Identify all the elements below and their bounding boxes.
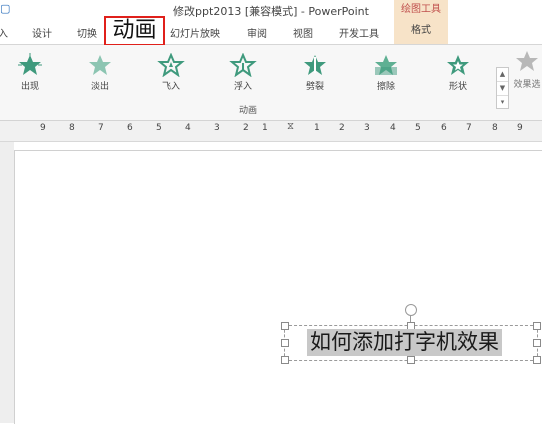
ruler-tick: 7: [98, 123, 104, 133]
resize-handle[interactable]: [533, 339, 541, 347]
slide-gutter: [0, 142, 14, 423]
ruler-tick: 4: [185, 123, 191, 133]
ribbon-tabs: 入 设计 切换 幻灯片放映 审阅 视图 开发工具 格式: [0, 20, 542, 45]
star-float-icon: [229, 53, 257, 77]
effect-appear[interactable]: 出现: [0, 51, 60, 99]
tab-format[interactable]: 格式: [394, 20, 448, 44]
star-fade-icon: [89, 55, 111, 75]
tab-view[interactable]: 视图: [293, 25, 313, 40]
ruler-tick: 6: [441, 123, 447, 133]
resize-handle[interactable]: [281, 356, 289, 364]
gallery-scrollbar[interactable]: ▲ ▼ ▾: [496, 67, 509, 109]
window-title: 修改ppt2013 [兼容模式] - PowerPoint: [173, 5, 369, 18]
tab-slideshow[interactable]: 幻灯片放映: [170, 25, 220, 40]
rotate-handle-icon[interactable]: [405, 304, 417, 316]
effect-label: 飞入: [161, 82, 180, 92]
ruler-tick: 6: [127, 123, 133, 133]
title-bar: ▢ 修改ppt2013 [兼容模式] - PowerPoint: [0, 0, 542, 20]
ruler-tick: 8: [69, 123, 75, 133]
resize-handle[interactable]: [533, 356, 541, 364]
effect-float-in[interactable]: 浮入: [213, 51, 273, 99]
effect-label: 浮入: [233, 82, 252, 92]
ruler-tick: 5: [415, 123, 421, 133]
effect-fly-in[interactable]: 飞入: [141, 51, 201, 99]
resize-handle[interactable]: [281, 339, 289, 347]
context-group-drawing-tools: 绘图工具: [394, 0, 448, 20]
resize-handle[interactable]: [281, 322, 289, 330]
effect-label: 劈裂: [305, 82, 324, 92]
effect-split[interactable]: 劈裂: [285, 51, 345, 99]
star-burst-icon: [18, 53, 42, 75]
effect-options-star-icon: [516, 51, 538, 71]
ribbon-animations: 出现 淡出 飞入 浮入 劈裂 擦除 形状 ▲ ▼ ▾ 效果选 动画: [0, 45, 542, 121]
effect-label: 淡出: [90, 82, 109, 92]
textbox-text[interactable]: 如何添加打字机效果: [307, 329, 502, 356]
ruler-tick: 2: [243, 123, 249, 133]
star-wipe-icon: [375, 55, 397, 75]
tab-insert[interactable]: 入: [0, 25, 8, 40]
ruler-tick: 2: [339, 123, 345, 133]
resize-handle[interactable]: [533, 322, 541, 330]
horizontal-ruler: 9 8 7 6 5 4 3 2 1 ⧖ 1 2 3 4 5 6 7 8 9: [0, 121, 542, 142]
ruler-tick: 3: [364, 123, 370, 133]
effect-shape[interactable]: 形状: [428, 51, 488, 99]
resize-handle[interactable]: [407, 356, 415, 364]
tab-review[interactable]: 审阅: [247, 25, 267, 40]
indent-marker-icon[interactable]: ⧖: [287, 121, 294, 132]
tab-animations-highlight[interactable]: 动画: [104, 16, 165, 46]
ruler-tick: 1: [314, 123, 320, 133]
effect-wipe[interactable]: 擦除: [356, 51, 416, 99]
ruler-tick: 9: [517, 123, 523, 133]
scroll-up-icon[interactable]: ▲: [497, 68, 508, 82]
ruler-tick: 8: [492, 123, 498, 133]
effect-fade[interactable]: 淡出: [70, 51, 130, 99]
tab-transitions[interactable]: 切换: [77, 25, 97, 40]
ruler-tick: 7: [466, 123, 472, 133]
ruler-tick: 9: [40, 123, 46, 133]
ruler-tick: 5: [156, 123, 162, 133]
effect-label: 形状: [448, 82, 467, 92]
tab-developer[interactable]: 开发工具: [339, 25, 379, 40]
selected-textbox[interactable]: 如何添加打字机效果: [281, 322, 541, 364]
effect-label: 擦除: [376, 82, 395, 92]
ruler-tick: 3: [214, 123, 220, 133]
effect-options-label: 效果选: [513, 80, 541, 90]
tab-design[interactable]: 设计: [32, 25, 52, 40]
group-label-animation: 动画: [238, 106, 257, 116]
more-icon[interactable]: ▾: [497, 96, 508, 109]
star-fly-icon: [157, 53, 185, 77]
star-split-icon: [304, 55, 326, 75]
star-shape-icon: [447, 55, 469, 75]
animation-gallery: 出现 淡出 飞入 浮入 劈裂 擦除 形状: [0, 45, 496, 101]
scroll-down-icon[interactable]: ▼: [497, 82, 508, 96]
effect-label: 出现: [20, 82, 39, 92]
ruler-tick: 4: [390, 123, 396, 133]
slide-canvas[interactable]: [14, 150, 542, 424]
ruler-tick: 1: [262, 123, 268, 133]
effect-options-button[interactable]: 效果选: [512, 49, 542, 104]
